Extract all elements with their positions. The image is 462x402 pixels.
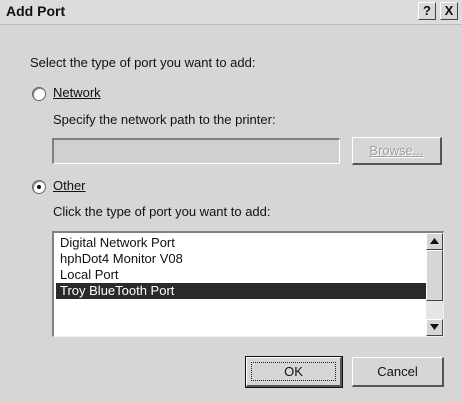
network-path-description: Specify the network path to the printer: [53,112,276,127]
network-radio[interactable] [32,87,46,101]
scroll-thumb[interactable] [426,250,443,301]
other-radio[interactable] [32,180,46,194]
network-label-text: Network [53,85,101,100]
list-item[interactable]: Local Port [56,267,426,283]
help-button[interactable]: ? [418,2,436,20]
list-scrollbar[interactable] [426,233,443,336]
title-bar: Add Port ? X [0,0,462,25]
scroll-up-button[interactable] [426,233,443,250]
list-item[interactable]: Digital Network Port [56,235,426,251]
instruction-text: Select the type of port you want to add: [30,55,256,70]
port-type-listbox[interactable]: Digital Network Port hphDot4 Monitor V08… [52,231,444,337]
arrow-up-icon [430,238,439,244]
cancel-button-label: Cancel [377,364,418,379]
network-path-input[interactable] [52,138,340,164]
ok-button[interactable]: OK [245,356,343,388]
browse-button-label: Browse... [369,143,424,158]
arrow-down-icon [430,324,439,330]
other-radio-label[interactable]: Other [53,178,86,193]
other-label-text: Other [53,178,86,193]
dialog-title: Add Port [6,3,66,19]
cancel-button[interactable]: Cancel [352,357,444,387]
focus-rect [251,362,336,381]
network-radio-label[interactable]: Network [53,85,101,100]
radio-selected-dot [37,185,41,189]
list-item[interactable]: hphDot4 Monitor V08 [56,251,426,267]
scroll-down-button[interactable] [426,319,443,336]
port-type-description: Click the type of port you want to add: [53,204,271,219]
list-item-selected[interactable]: Troy BlueTooth Port [56,283,426,299]
browse-button[interactable]: Browse... [352,137,442,165]
close-button[interactable]: X [440,2,458,20]
